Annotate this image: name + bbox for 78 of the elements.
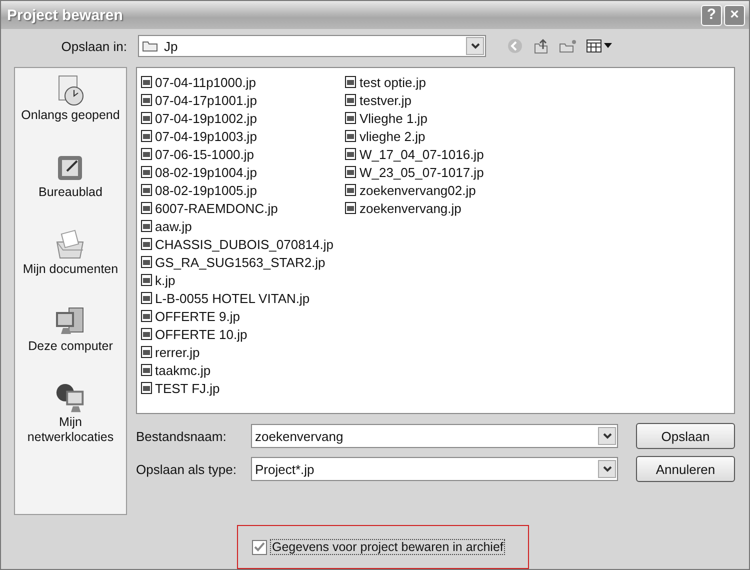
filename-label: Bestandsnaam:	[136, 428, 228, 444]
file-icon	[141, 364, 152, 376]
file-item[interactable]: zoekenvervang02.jp	[345, 181, 484, 199]
file-icon	[345, 112, 356, 124]
file-icon	[345, 202, 356, 214]
file-item[interactable]: taakmc.jp	[141, 361, 334, 379]
archive-label: Gegevens voor project bewaren in archief	[270, 539, 506, 555]
file-icon	[141, 292, 152, 304]
file-type-label: Opslaan als type:	[136, 462, 238, 476]
file-icon	[345, 76, 356, 88]
file-item[interactable]: CHASSIS_DUBOIS_070814.jp	[141, 235, 334, 253]
places-item[interactable]: Deze computer	[28, 305, 113, 368]
file-icon	[141, 328, 152, 340]
file-icon	[141, 148, 152, 160]
caret-icon	[602, 433, 612, 439]
file-item[interactable]: TEST FJ.jp	[141, 379, 334, 397]
places-item[interactable]: Bureaublad	[38, 151, 102, 214]
file-type-dropdown[interactable]: Project*.jp	[251, 457, 618, 481]
places-item[interactable]: Mijn netwerklocaties	[15, 382, 126, 445]
file-item[interactable]: W_23_05_07-1017.jp	[345, 163, 484, 181]
file-icon	[345, 166, 356, 178]
caret-icon	[602, 466, 612, 472]
file-item[interactable]: W_17_04_07-1016.jp	[345, 145, 484, 163]
file-icon	[141, 346, 152, 358]
up-folder-icon[interactable]	[532, 37, 550, 56]
file-item[interactable]: L-B-0055 HOTEL VITAN.jp	[141, 289, 334, 307]
file-item[interactable]: aaw.jp	[141, 217, 334, 235]
file-item[interactable]: 07-04-19p1002.jp	[141, 109, 334, 127]
file-icon	[141, 166, 152, 178]
new-folder-icon[interactable]	[558, 37, 578, 56]
file-item[interactable]: vlieghe 2.jp	[345, 127, 484, 145]
help-button[interactable]: ?	[701, 4, 722, 26]
file-icon	[141, 94, 152, 106]
view-menu-icon[interactable]	[586, 39, 614, 54]
cancel-button[interactable]: Annuleren	[636, 456, 735, 482]
file-item[interactable]: 08-02-19p1004.jp	[141, 163, 334, 181]
file-item[interactable]: 07-04-11p1000.jp	[141, 73, 334, 91]
save-button[interactable]: Opslaan	[636, 423, 735, 449]
file-icon	[141, 238, 152, 250]
file-item[interactable]: OFFERTE 10.jp	[141, 325, 334, 343]
file-item[interactable]: OFFERTE 9.jp	[141, 307, 334, 325]
file-icon	[345, 94, 356, 106]
file-icon	[141, 130, 152, 142]
file-icon	[141, 256, 152, 268]
file-item[interactable]: 6007-RAEMDONC.jp	[141, 199, 334, 217]
file-icon	[345, 184, 356, 196]
file-item[interactable]: 08-02-19p1005.jp	[141, 181, 334, 199]
filename-field[interactable]: zoekenvervang	[251, 424, 618, 448]
file-item[interactable]: k.jp	[141, 271, 334, 289]
file-icon	[141, 76, 152, 88]
file-icon	[141, 112, 152, 124]
file-item[interactable]: zoekenvervang.jp	[345, 199, 484, 217]
file-item[interactable]: testver.jp	[345, 91, 484, 109]
file-item[interactable]: 07-04-17p1001.jp	[141, 91, 334, 109]
file-item[interactable]: Vlieghe 1.jp	[345, 109, 484, 127]
archive-checkbox[interactable]	[252, 540, 267, 554]
file-item[interactable]: test optie.jp	[345, 73, 484, 91]
file-icon	[141, 184, 152, 196]
file-icon	[141, 382, 152, 394]
folder-icon	[142, 40, 158, 52]
file-icon	[141, 202, 152, 214]
file-icon	[345, 148, 356, 160]
file-icon	[141, 310, 152, 322]
close-button[interactable]: ×	[724, 4, 745, 26]
file-icon	[141, 274, 152, 286]
caret-icon	[470, 43, 480, 50]
places-item[interactable]: Mijn documenten	[22, 228, 118, 291]
file-icon	[141, 220, 152, 232]
file-item[interactable]: GS_RA_SUG1563_STAR2.jp	[141, 253, 334, 271]
file-item[interactable]: 07-04-19p1003.jp	[141, 127, 334, 145]
file-item[interactable]: 07-06-15-1000.jp	[141, 145, 334, 163]
file-item[interactable]: rerrer.jp	[141, 343, 334, 361]
check-icon	[254, 542, 265, 552]
save-in-dropdown[interactable]: Jp	[138, 35, 486, 58]
places-item[interactable]: Onlangs geopend	[21, 74, 120, 137]
window-title: Project bewaren	[7, 6, 124, 24]
save-in-label: Opslaan in:	[60, 38, 127, 54]
file-icon	[345, 130, 356, 142]
